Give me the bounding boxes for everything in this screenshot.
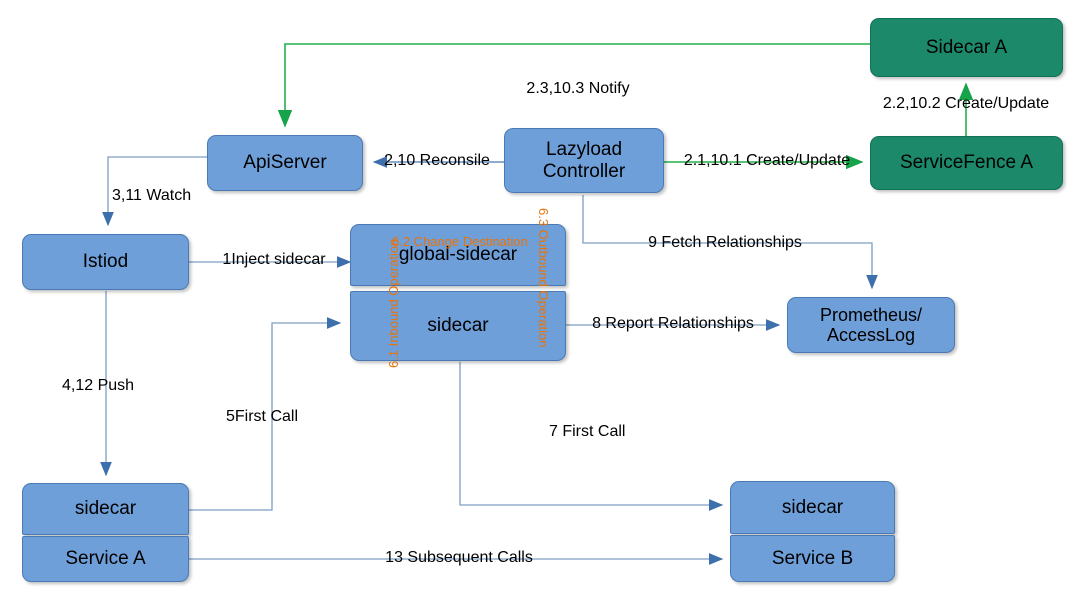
node-prometheus-accesslog[interactable]: Prometheus/ AccessLog [787, 297, 955, 353]
edge-label-first-call-7: 7 First Call [549, 423, 626, 440]
edge-label-reconsile: 2,10 Reconsile [384, 152, 490, 169]
edge-label-watch: 3,11 Watch [112, 187, 192, 204]
node-istiod[interactable]: Istiod [22, 234, 189, 290]
node-label: sidecar [427, 315, 489, 337]
edge-label-fetch-relationships: 9 Fetch Relationships [648, 234, 802, 251]
node-lazyload-controller[interactable]: Lazyload Controller [504, 128, 664, 193]
node-label: ServiceFence A [899, 152, 1034, 174]
edge-label-push: 4,12 Push [62, 377, 135, 394]
node-label: Sidecar A [925, 36, 1008, 58]
node-service-b[interactable]: Service B [730, 535, 895, 582]
edge-label-subsequent-calls: 13 Subsequent Calls [385, 549, 533, 566]
node-sidecar-left[interactable]: sidecar [22, 483, 189, 535]
node-service-a[interactable]: Service A [22, 536, 189, 582]
node-sidecar-a[interactable]: Sidecar A [870, 18, 1063, 77]
edge-label-create-update-sidecar: 2.2,10.2 Create/Update [882, 95, 1050, 112]
node-label: Lazyload Controller [542, 139, 626, 182]
node-label: ApiServer [243, 152, 327, 174]
edge-label-inbound-operation: 6.1 Inbound Operation [386, 238, 401, 368]
edge-label-change-destination: 6.2 Change Destination [392, 234, 528, 249]
edge-label-first-call-5: 5First Call [226, 408, 299, 425]
edge-label-report-relationships: 8 Report Relationships [592, 315, 754, 332]
node-label: sidecar [781, 496, 844, 518]
node-label: Service B [771, 547, 854, 569]
node-apiserver[interactable]: ApiServer [207, 135, 363, 191]
node-label: Service A [65, 548, 146, 570]
node-sidecar-right[interactable]: sidecar [730, 481, 895, 534]
edge-label-inject-sidecar: 1Inject sidecar [222, 251, 326, 268]
node-label: sidecar [74, 498, 137, 520]
node-label: Prometheus/ AccessLog [819, 304, 923, 345]
edge-label-outbound-operation: 6.3 Outbound Operation [536, 208, 551, 348]
diagram-canvas: Sidecar A ServiceFence A ApiServer Lazyl… [0, 0, 1083, 603]
node-label: Istiod [82, 251, 129, 273]
node-servicefence-a[interactable]: ServiceFence A [870, 136, 1063, 190]
node-sidecar-global[interactable]: sidecar [350, 291, 566, 361]
edge-label-notify: 2.3,10.3 Notify [526, 80, 630, 97]
edge-label-create-update-servicefence: 2.1,10.1 Create/Update [683, 152, 851, 169]
